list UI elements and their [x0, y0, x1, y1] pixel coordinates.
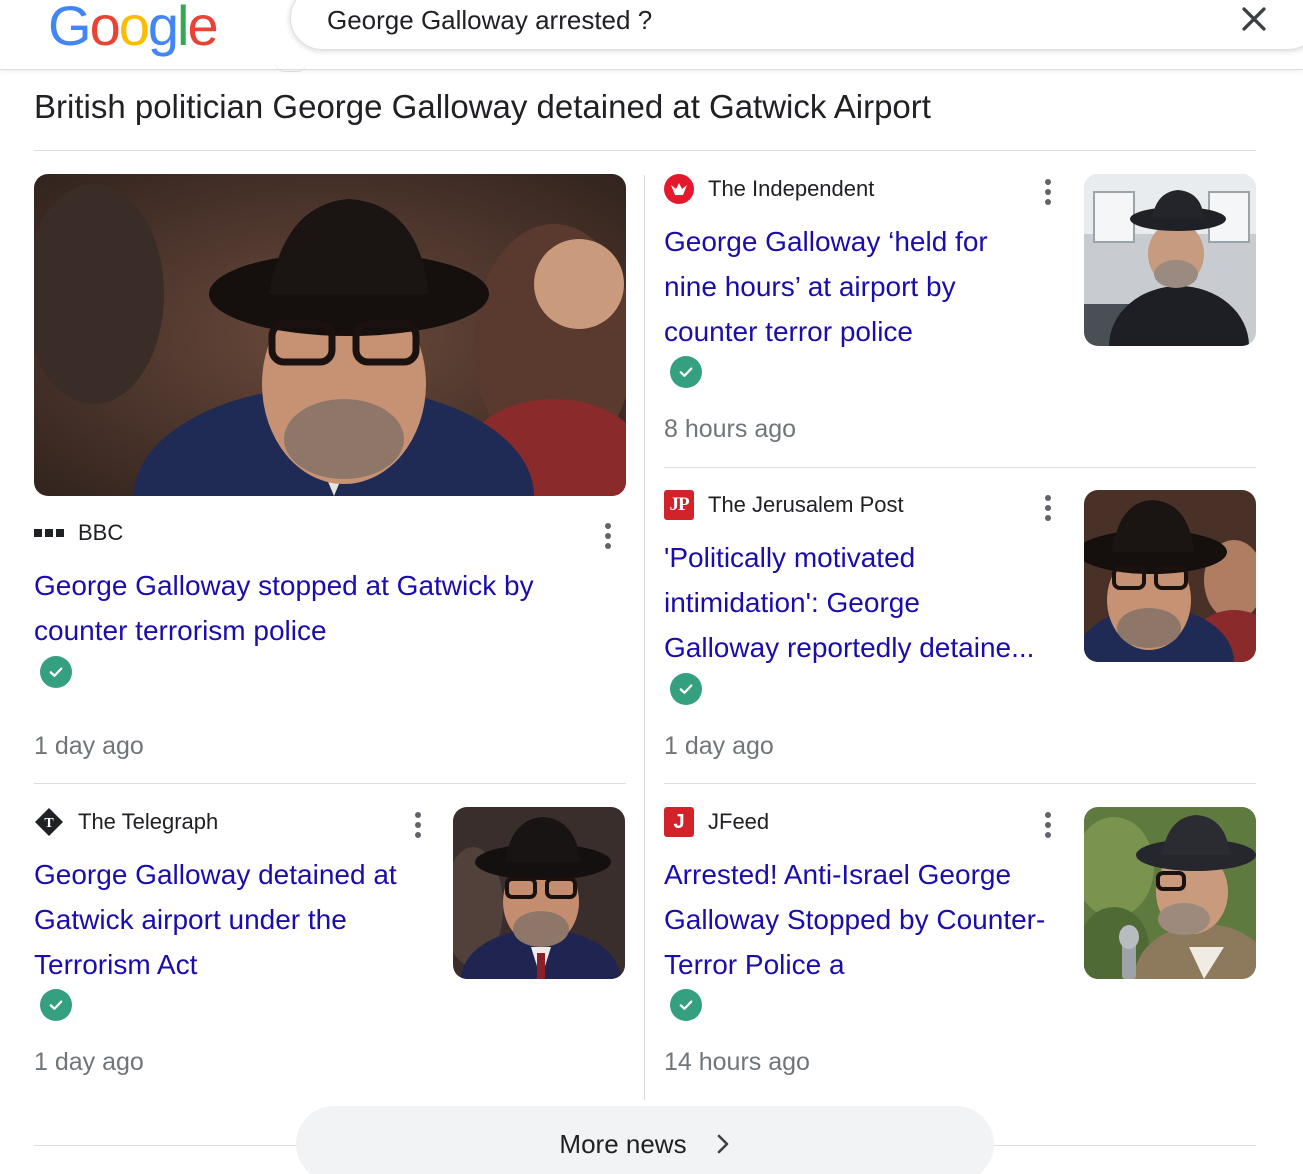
- column-divider: [644, 175, 645, 1100]
- source-row: BBC: [34, 518, 123, 548]
- article-thumbnail[interactable]: [34, 174, 626, 496]
- title-line: Galloway reportedly detaine...: [664, 632, 1035, 663]
- divider: [34, 150, 1256, 151]
- search-input[interactable]: [327, 5, 1027, 36]
- bbc-logo-icon: [34, 518, 64, 548]
- logo-letter: g: [147, 0, 179, 57]
- title-line: George Galloway ‘held for: [664, 226, 988, 257]
- divider: [34, 783, 626, 784]
- jfeed-logo-icon: J: [664, 807, 694, 837]
- article-thumbnail[interactable]: [1084, 807, 1256, 979]
- source-name: BBC: [78, 520, 124, 545]
- verified-check-icon: [670, 989, 702, 1021]
- verified-check-icon: [40, 656, 72, 688]
- logo-letter: G: [48, 0, 92, 57]
- more-options-icon[interactable]: [408, 807, 428, 843]
- article-thumbnail[interactable]: [1084, 174, 1256, 346]
- title-line: Terror Police a: [664, 949, 845, 980]
- telegraph-logo-icon: T: [34, 807, 64, 837]
- article-title-link[interactable]: George Galloway ‘held for nine hours’ at…: [664, 219, 1064, 354]
- logo-letter: o: [89, 0, 121, 57]
- logo-letter: l: [177, 0, 190, 57]
- more-news-button[interactable]: More news: [296, 1106, 994, 1174]
- verified-check-icon: [40, 989, 72, 1021]
- title-line: counter terror police: [664, 316, 914, 347]
- more-news-label: More news: [559, 1128, 687, 1159]
- more-options-icon[interactable]: [598, 518, 618, 554]
- jerusalem-post-logo-icon: JP: [664, 490, 694, 520]
- article-title-link[interactable]: George Galloway stopped at Gatwick by co…: [34, 563, 624, 653]
- article-timestamp: 1 day ago: [664, 732, 774, 760]
- source-name: The Telegraph: [78, 809, 219, 834]
- header-notch: [275, 62, 307, 72]
- source-row: The Independent: [664, 174, 874, 204]
- source-name: The Jerusalem Post: [708, 492, 904, 517]
- source-row: T The Telegraph: [34, 807, 218, 837]
- close-icon[interactable]: [1237, 2, 1271, 36]
- search-box[interactable]: [290, 0, 1303, 50]
- svg-text:T: T: [44, 816, 54, 831]
- verified-check-icon: [670, 356, 702, 388]
- title-line: Terrorism Act: [34, 949, 198, 980]
- title-line: Arrested! Anti-Israel George: [664, 859, 1012, 890]
- article-thumbnail[interactable]: [453, 807, 625, 979]
- independent-eagle-icon: [664, 174, 694, 204]
- top-bar: Google: [0, 0, 1303, 70]
- article-title-link[interactable]: George Galloway detained at Gatwick airp…: [34, 852, 434, 987]
- google-logo[interactable]: Google: [48, 0, 219, 58]
- divider: [664, 467, 1256, 468]
- source-row: J JFeed: [664, 807, 769, 837]
- more-options-icon[interactable]: [1038, 490, 1058, 526]
- title-line: Galloway Stopped by Counter-: [664, 904, 1046, 935]
- title-line: Gatwick airport under the: [34, 904, 347, 935]
- divider: [34, 1145, 296, 1146]
- chevron-right-icon: [717, 1134, 728, 1154]
- article-title-link[interactable]: Arrested! Anti-Israel George Galloway St…: [664, 852, 1074, 987]
- source-name: The Independent: [708, 176, 875, 201]
- title-line: counter terrorism police: [34, 615, 327, 646]
- source-row: JP The Jerusalem Post: [664, 490, 904, 520]
- title-line: George Galloway detained at: [34, 859, 397, 890]
- article-thumbnail[interactable]: [1084, 490, 1256, 662]
- article-timestamp: 8 hours ago: [664, 415, 797, 443]
- divider: [994, 1145, 1256, 1146]
- article-timestamp: 1 day ago: [34, 1048, 144, 1076]
- title-line: nine hours’ at airport by: [664, 271, 956, 302]
- source-name: JFeed: [708, 809, 770, 834]
- article-timestamp: 14 hours ago: [664, 1048, 810, 1076]
- divider: [664, 783, 1256, 784]
- more-options-icon[interactable]: [1038, 807, 1058, 843]
- logo-letter: e: [187, 0, 218, 57]
- logo-letter: o: [118, 0, 150, 57]
- article-timestamp: 1 day ago: [34, 732, 144, 760]
- title-line: intimidation': George: [664, 587, 920, 618]
- more-options-icon[interactable]: [1038, 174, 1058, 210]
- article-title-link[interactable]: 'Politically motivated intimidation': Ge…: [664, 535, 1064, 670]
- verified-check-icon: [670, 673, 702, 705]
- story-headline: British politician George Galloway detai…: [34, 88, 931, 125]
- title-line: 'Politically motivated: [664, 542, 916, 573]
- title-line: George Galloway stopped at Gatwick by: [34, 570, 534, 601]
